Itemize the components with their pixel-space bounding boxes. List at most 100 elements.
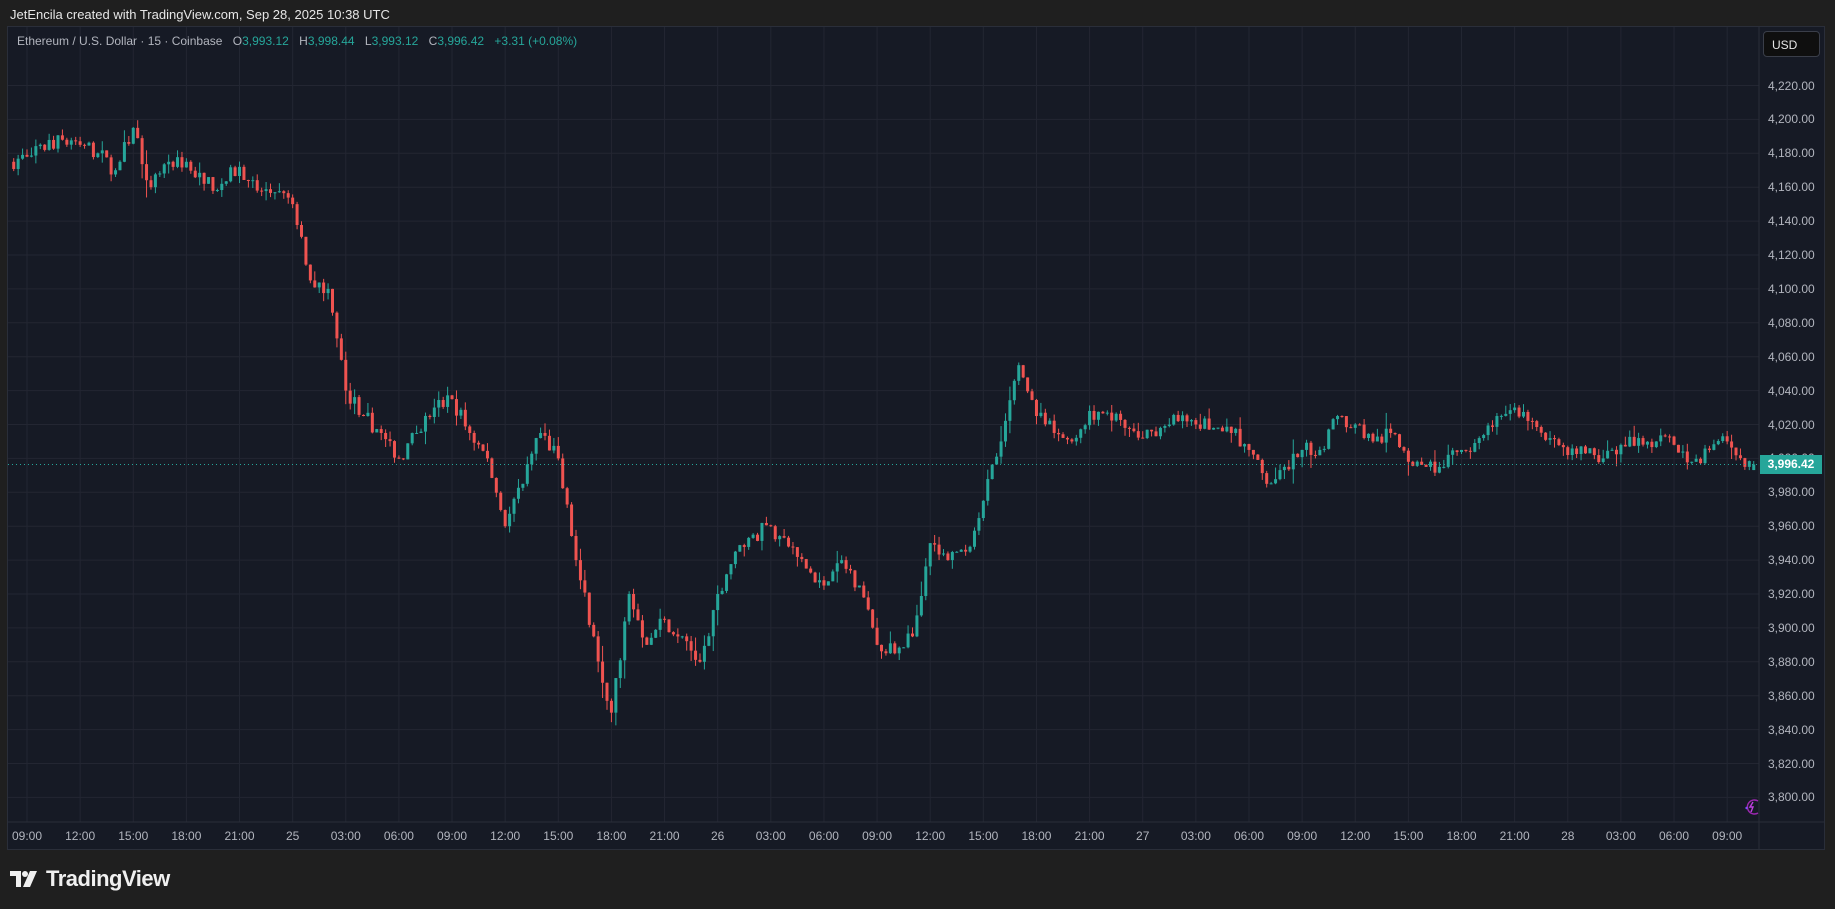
symbol-legend[interactable]: Ethereum / U.S. Dollar · 15 · Coinbase O… — [17, 34, 577, 48]
candle-up — [131, 127, 135, 145]
tradingview-logo[interactable]: TradingView — [10, 866, 170, 892]
candle-body — [640, 620, 644, 638]
candle-body — [1690, 461, 1694, 463]
candle-down — [490, 457, 494, 479]
candle-down — [1229, 426, 1233, 443]
candle-body — [1269, 483, 1273, 485]
candle-body — [149, 180, 153, 188]
candlestick-chart[interactable] — [0, 0, 1835, 909]
candle-body — [184, 161, 188, 168]
candle-body — [91, 142, 95, 158]
candle-down — [1743, 457, 1747, 470]
candle-body — [1721, 436, 1725, 442]
candle-body — [255, 180, 259, 191]
candle-body — [96, 153, 100, 158]
candle-down — [388, 431, 392, 447]
candle-down — [468, 424, 472, 441]
candle-body — [1327, 429, 1331, 449]
candle-up — [1216, 427, 1220, 430]
time-tick-label: 18:00 — [171, 829, 202, 843]
candle-body — [534, 438, 538, 454]
candle-body — [419, 431, 423, 433]
time-tick-label: 12:00 — [915, 829, 946, 843]
candle-up — [1508, 404, 1512, 421]
candle-down — [454, 390, 458, 426]
candle-body — [884, 651, 888, 654]
time-tick-label: 06:00 — [383, 829, 414, 843]
candle-body — [1083, 425, 1087, 430]
candle-up — [1460, 449, 1464, 455]
candle-body — [565, 488, 569, 505]
candle-body — [1725, 436, 1729, 442]
candle-down — [260, 187, 264, 197]
candle-down — [1557, 437, 1561, 447]
candle-up — [1659, 428, 1663, 447]
candle-down — [65, 137, 69, 147]
candle-up — [1282, 464, 1286, 479]
candle-down — [862, 581, 866, 598]
candle-body — [623, 621, 627, 661]
candle-body — [202, 172, 206, 184]
candle-body — [950, 552, 954, 561]
candle-body — [481, 444, 485, 451]
candle-up — [1504, 405, 1508, 417]
candle-body — [995, 456, 999, 465]
candle-body — [1752, 464, 1756, 471]
candle-up — [747, 536, 751, 550]
price-tick-label: 3,800.00 — [1768, 790, 1815, 805]
candle-up — [1158, 426, 1162, 440]
candle-body — [224, 181, 228, 184]
candle-body — [605, 682, 609, 701]
candle-body — [680, 636, 684, 638]
candle-up — [1716, 439, 1720, 446]
candle-body — [1632, 436, 1636, 446]
candle-body — [539, 432, 543, 439]
candle-body — [964, 549, 968, 552]
candle-up — [1163, 424, 1167, 433]
candle-down — [636, 603, 640, 621]
candle-body — [1707, 448, 1711, 450]
candle-up — [1367, 433, 1371, 442]
candle-body — [180, 157, 184, 168]
candle-body — [769, 525, 773, 527]
candle-body — [849, 568, 853, 571]
candle-up — [981, 500, 985, 521]
candle-down — [1663, 433, 1667, 438]
candle-body — [1203, 418, 1207, 429]
candle-down — [795, 547, 799, 567]
time-tick-label: 21:00 — [224, 829, 255, 843]
price-tick-label: 3,940.00 — [1768, 553, 1815, 568]
candle-down — [1150, 429, 1154, 437]
candle-up — [415, 425, 419, 434]
candle-body — [260, 190, 264, 192]
candle-body — [459, 409, 463, 416]
candle-body — [52, 139, 56, 149]
candle-body — [809, 568, 813, 573]
candle-body — [804, 559, 808, 569]
currency-button[interactable]: USD — [1763, 31, 1820, 57]
candle-up — [1752, 461, 1756, 471]
candle-up — [1243, 443, 1247, 453]
candle-up — [941, 549, 945, 557]
candle-body — [264, 189, 268, 192]
candle-down — [849, 564, 853, 574]
candle-up — [915, 604, 919, 638]
candle-up — [423, 412, 427, 445]
candle-body — [153, 174, 157, 188]
candle-body — [1521, 411, 1525, 417]
candle-up — [353, 389, 357, 415]
candle-body — [1433, 461, 1437, 473]
candle-body — [1198, 424, 1202, 429]
candle-up — [835, 550, 839, 583]
candle-down — [1238, 417, 1242, 447]
candle-down — [1730, 434, 1734, 460]
lightning-icon[interactable] — [1742, 798, 1760, 816]
candle-body — [1291, 453, 1295, 470]
candle-up — [1079, 428, 1083, 444]
candle-body — [1336, 416, 1340, 420]
candle-body — [818, 580, 822, 583]
candle-body — [654, 629, 658, 638]
candle-down — [1043, 408, 1047, 427]
time-tick-label: 27 — [1136, 829, 1150, 843]
candle-body — [388, 439, 392, 442]
